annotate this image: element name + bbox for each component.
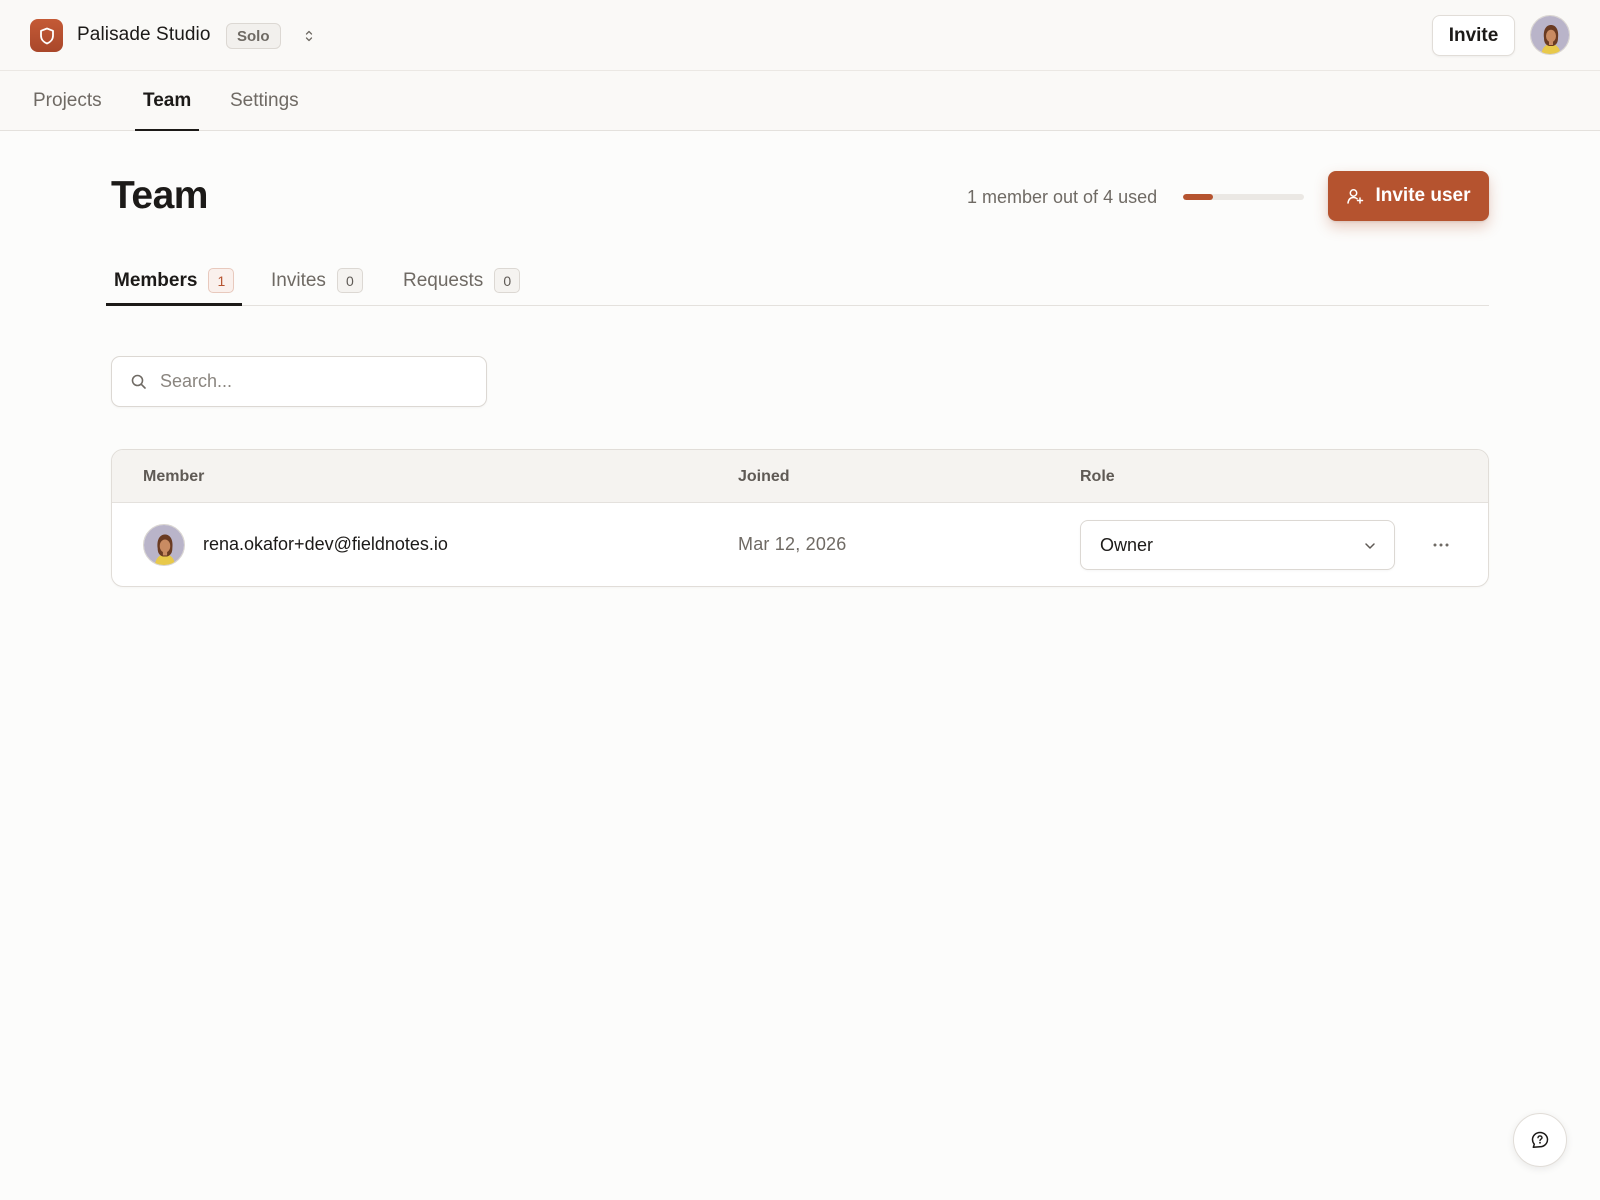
member-avatar — [143, 524, 185, 566]
tab-members[interactable]: Members 1 — [105, 256, 243, 306]
seat-usage-bar — [1183, 194, 1304, 200]
tab-invites-label: Invites — [271, 269, 326, 291]
tab-requests[interactable]: Requests 0 — [403, 256, 521, 305]
plan-badge: Solo — [226, 23, 281, 49]
shield-icon — [39, 27, 54, 44]
top-bar: Palisade Studio Solo Invite — [0, 0, 1600, 71]
tab-invites[interactable]: Invites 0 — [271, 256, 363, 305]
more-horizontal-icon — [1433, 543, 1449, 547]
table-header: Member Joined Role — [112, 450, 1488, 503]
role-select[interactable]: Owner — [1080, 520, 1395, 570]
seat-usage-text: 1 member out of 4 used — [967, 187, 1158, 207]
workspace-name[interactable]: Palisade Studio — [77, 24, 211, 46]
member-email: rena.okafor+dev@fieldnotes.io — [203, 534, 448, 554]
invites-count-badge: 0 — [336, 268, 363, 293]
members-count-badge: 1 — [208, 268, 235, 293]
main-nav: Projects Team Settings — [0, 71, 1600, 131]
tab-requests-label: Requests — [403, 269, 484, 291]
workspace-switcher[interactable] — [299, 26, 319, 46]
column-member[interactable]: Member — [143, 450, 204, 503]
help-chat-icon — [1531, 1131, 1549, 1149]
table-row: rena.okafor+dev@fieldnotes.io Mar 12, 20… — [112, 503, 1488, 586]
tab-settings[interactable]: Settings — [230, 71, 299, 130]
search-box — [111, 356, 487, 407]
tab-team[interactable]: Team — [134, 71, 200, 131]
user-plus-icon — [1347, 189, 1364, 204]
members-table: Member Joined Role rena.okafor+dev@field… — [111, 449, 1489, 587]
role-value: Owner — [1100, 535, 1154, 555]
member-tabs: Members 1 Invites 0 Requests 0 — [105, 256, 1489, 306]
search-input[interactable] — [160, 357, 470, 406]
tab-projects[interactable]: Projects — [33, 71, 102, 130]
user-avatar-icon — [144, 525, 184, 565]
chevron-up-down-icon — [305, 30, 313, 42]
invite-button[interactable]: Invite — [1432, 15, 1515, 56]
seat-usage-fill — [1183, 194, 1214, 200]
user-avatar-icon — [1531, 16, 1569, 54]
column-role[interactable]: Role — [1080, 450, 1115, 503]
row-actions-button[interactable] — [1426, 531, 1456, 559]
column-joined[interactable]: Joined — [738, 450, 790, 503]
page-title: Team — [111, 174, 209, 217]
help-button[interactable] — [1513, 1113, 1567, 1167]
workspace-logo[interactable] — [30, 19, 63, 52]
search-icon — [131, 374, 146, 389]
avatar[interactable] — [1530, 15, 1570, 55]
chevron-down-icon — [1365, 543, 1375, 549]
tab-members-label: Members — [114, 269, 198, 291]
invite-user-label: Invite user — [1375, 185, 1471, 206]
invite-user-button[interactable]: Invite user — [1328, 171, 1489, 221]
joined-date: Mar 12, 2026 — [738, 534, 847, 554]
requests-count-badge: 0 — [494, 268, 521, 293]
